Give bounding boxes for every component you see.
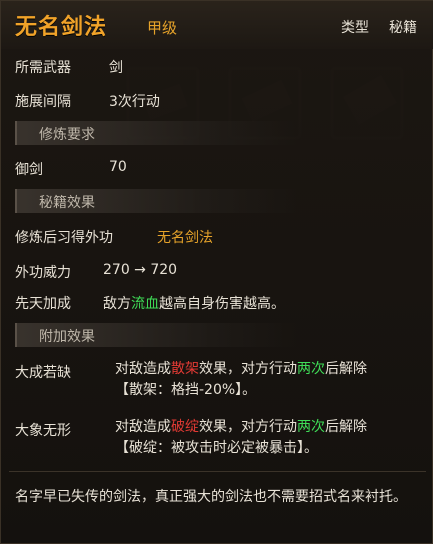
flavor-text: 名字早已失传的剑法，真正强大的剑法也不需要招式名来衬托。 xyxy=(15,489,407,505)
title-bar: 无名剑法 甲级 类型 秘籍 xyxy=(1,1,433,49)
type-label: 类型 xyxy=(341,20,369,36)
skill-tooltip-panel: 无名剑法 甲级 类型 秘籍 所需武器 剑 施展间隔 3次行动 修炼要求 御剑 7… xyxy=(0,0,433,544)
cast-interval-label: 施展间隔 xyxy=(15,94,71,110)
power-label: 外功威力 xyxy=(15,265,71,281)
type-value: 秘籍 xyxy=(389,20,417,36)
cast-interval-value: 3次行动 xyxy=(109,94,160,110)
required-weapon-value: 剑 xyxy=(109,60,123,76)
bleed-keyword: 流血 xyxy=(131,296,159,312)
learned-skill-value: 无名剑法 xyxy=(157,230,213,246)
extra-effect-name-2: 大象无形 xyxy=(15,423,71,439)
status-keyword-2: 破绽 xyxy=(171,419,199,435)
extra-effect-name-1: 大成若缺 xyxy=(15,365,71,381)
grade-label: 甲级 xyxy=(147,19,178,37)
requirement-skill-label: 御剑 xyxy=(15,162,43,178)
flavor-divider xyxy=(9,471,426,472)
effects-header: 秘籍效果 xyxy=(15,189,297,213)
required-weapon-label: 所需武器 xyxy=(15,60,71,76)
requirement-skill-value: 70 xyxy=(109,159,127,175)
duration-keyword-2: 两次 xyxy=(297,419,325,435)
innate-bonus-label: 先天加成 xyxy=(15,296,71,312)
power-value: 270 → 720 xyxy=(103,262,178,278)
extra-effects-header-label: 附加效果 xyxy=(39,329,95,345)
extra-effect-desc-1: 对敌造成散架效果，对方行动两次后解除 【散架：格挡-20%】。 xyxy=(115,361,367,398)
skill-title: 无名剑法 xyxy=(15,15,108,40)
requirements-header-label: 修炼要求 xyxy=(39,127,95,143)
innate-bonus-text: 敌方流血越高自身伤害越高。 xyxy=(103,296,285,312)
extra-effect-desc-2: 对敌造成破绽效果，对方行动两次后解除 【破绽：被攻击时必定被暴击】。 xyxy=(115,419,367,456)
status-keyword-1: 散架 xyxy=(171,361,199,377)
effects-header-label: 秘籍效果 xyxy=(39,195,95,211)
learned-skill-label: 修炼后习得外功 xyxy=(15,230,113,246)
duration-keyword-1: 两次 xyxy=(297,361,325,377)
requirements-header: 修炼要求 xyxy=(15,121,297,145)
extra-effects-header: 附加效果 xyxy=(15,323,297,347)
